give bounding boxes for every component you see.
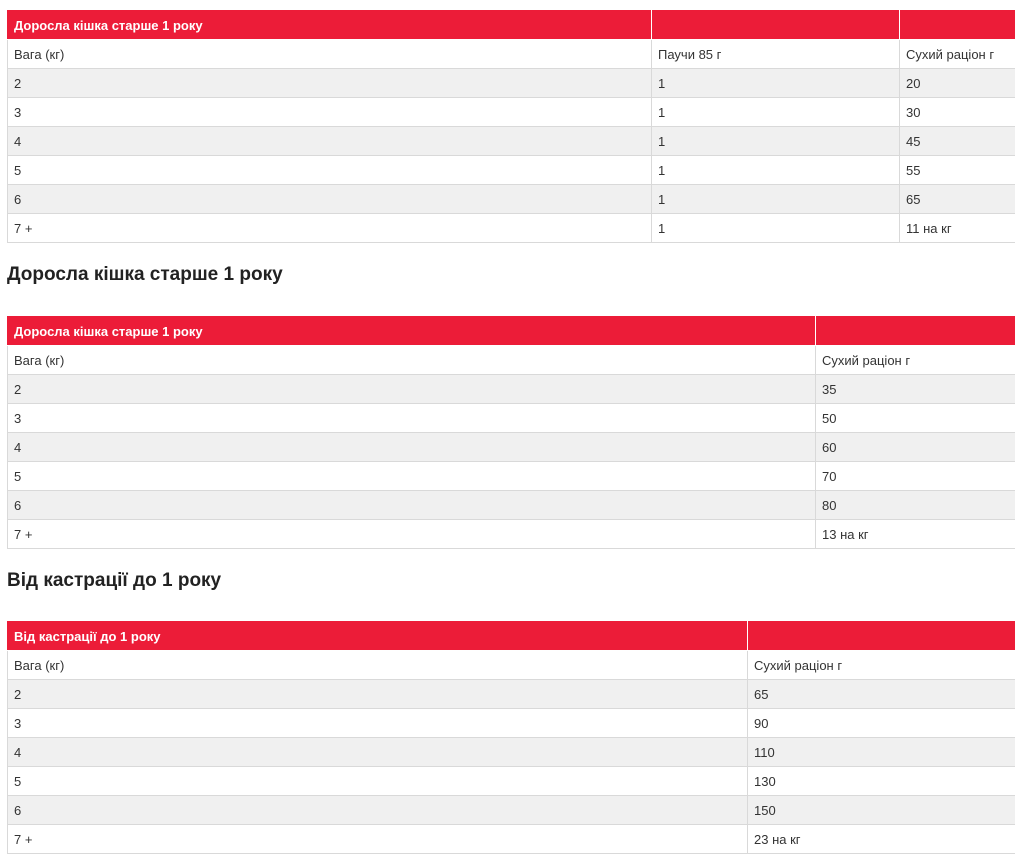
- section-heading-neutered: Від кастрації до 1 року: [7, 570, 222, 591]
- cell-dry: 30: [899, 97, 1015, 127]
- table-title-empty-cell: [651, 10, 900, 40]
- cell-dry: 60: [815, 432, 1015, 462]
- table-row: 7 + 1 11 на кг: [7, 213, 1015, 243]
- table-row: 2 65: [7, 679, 1015, 709]
- cell-pouch: 1: [651, 213, 900, 243]
- table-row: 6 1 65: [7, 184, 1015, 214]
- table-title-row: Від кастрації до 1 року: [7, 621, 1015, 651]
- cell-pouch: 1: [651, 97, 900, 127]
- table-row: 7 + 23 на кг: [7, 824, 1015, 854]
- cell-dry: 45: [899, 126, 1015, 156]
- feeding-table-adult-dry: Доросла кішка старше 1 року Вага (кг) Су…: [7, 316, 1015, 549]
- table-header-row: Вага (кг) Сухий раціон г: [7, 345, 1015, 375]
- cell-weight: 7 +: [7, 824, 748, 854]
- table-row: 4 1 45: [7, 126, 1015, 156]
- column-header-weight: Вага (кг): [7, 650, 748, 680]
- table-title: Від кастрації до 1 року: [7, 621, 748, 651]
- cell-weight: 7 +: [7, 519, 816, 549]
- cell-weight: 5: [7, 461, 816, 491]
- cell-weight: 2: [7, 374, 816, 404]
- feeding-table-adult-pouch: Доросла кішка старше 1 року Вага (кг) Па…: [7, 10, 1015, 243]
- cell-dry: 70: [815, 461, 1015, 491]
- cell-dry: 55: [899, 155, 1015, 185]
- table-header-row: Вага (кг) Сухий раціон г: [7, 650, 1015, 680]
- cell-weight: 3: [7, 708, 748, 738]
- cell-weight: 2: [7, 68, 652, 98]
- cell-pouch: 1: [651, 155, 900, 185]
- cell-pouch: 1: [651, 68, 900, 98]
- table-title: Доросла кішка старше 1 року: [7, 10, 652, 40]
- cell-dry: 65: [747, 679, 1015, 709]
- table-row: 6 150: [7, 795, 1015, 825]
- table-row: 3 90: [7, 708, 1015, 738]
- table-header-row: Вага (кг) Паучи 85 г Сухий раціон г: [7, 39, 1015, 69]
- column-header-dry: Сухий раціон г: [899, 39, 1015, 69]
- cell-weight: 7 +: [7, 213, 652, 243]
- cell-dry: 11 на кг: [899, 213, 1015, 243]
- cell-weight: 3: [7, 97, 652, 127]
- cell-weight: 5: [7, 766, 748, 796]
- cell-weight: 6: [7, 795, 748, 825]
- column-header-pouch: Паучи 85 г: [651, 39, 900, 69]
- column-header-weight: Вага (кг): [7, 39, 652, 69]
- table-row: 4 110: [7, 737, 1015, 767]
- column-header-dry: Сухий раціон г: [747, 650, 1015, 680]
- table-row: 2 1 20: [7, 68, 1015, 98]
- cell-weight: 3: [7, 403, 816, 433]
- section-heading-adult: Доросла кішка старше 1 року: [7, 264, 283, 285]
- table-title-empty-cell: [899, 10, 1015, 40]
- cell-dry: 150: [747, 795, 1015, 825]
- table-row: 7 + 13 на кг: [7, 519, 1015, 549]
- cell-dry: 90: [747, 708, 1015, 738]
- cell-weight: 4: [7, 126, 652, 156]
- cell-weight: 6: [7, 184, 652, 214]
- cell-dry: 80: [815, 490, 1015, 520]
- cell-dry: 50: [815, 403, 1015, 433]
- cell-pouch: 1: [651, 126, 900, 156]
- cell-weight: 5: [7, 155, 652, 185]
- table-row: 4 60: [7, 432, 1015, 462]
- table-title: Доросла кішка старше 1 року: [7, 316, 816, 346]
- table-row: 2 35: [7, 374, 1015, 404]
- cell-dry: 65: [899, 184, 1015, 214]
- feeding-table-neutered: Від кастрації до 1 року Вага (кг) Сухий …: [7, 621, 1015, 854]
- column-header-dry: Сухий раціон г: [815, 345, 1015, 375]
- cell-dry: 20: [899, 68, 1015, 98]
- table-row: 3 1 30: [7, 97, 1015, 127]
- cell-weight: 4: [7, 737, 748, 767]
- table-row: 6 80: [7, 490, 1015, 520]
- table-row: 5 70: [7, 461, 1015, 491]
- table-title-row: Доросла кішка старше 1 року: [7, 10, 1015, 40]
- cell-pouch: 1: [651, 184, 900, 214]
- column-header-weight: Вага (кг): [7, 345, 816, 375]
- table-row: 3 50: [7, 403, 1015, 433]
- cell-weight: 2: [7, 679, 748, 709]
- table-title-row: Доросла кішка старше 1 року: [7, 316, 1015, 346]
- table-row: 5 130: [7, 766, 1015, 796]
- table-title-empty-cell: [815, 316, 1015, 346]
- cell-dry: 23 на кг: [747, 824, 1015, 854]
- cell-weight: 6: [7, 490, 816, 520]
- cell-dry: 110: [747, 737, 1015, 767]
- cell-dry: 35: [815, 374, 1015, 404]
- cell-weight: 4: [7, 432, 816, 462]
- cell-dry: 130: [747, 766, 1015, 796]
- cell-dry: 13 на кг: [815, 519, 1015, 549]
- table-row: 5 1 55: [7, 155, 1015, 185]
- table-title-empty-cell: [747, 621, 1015, 651]
